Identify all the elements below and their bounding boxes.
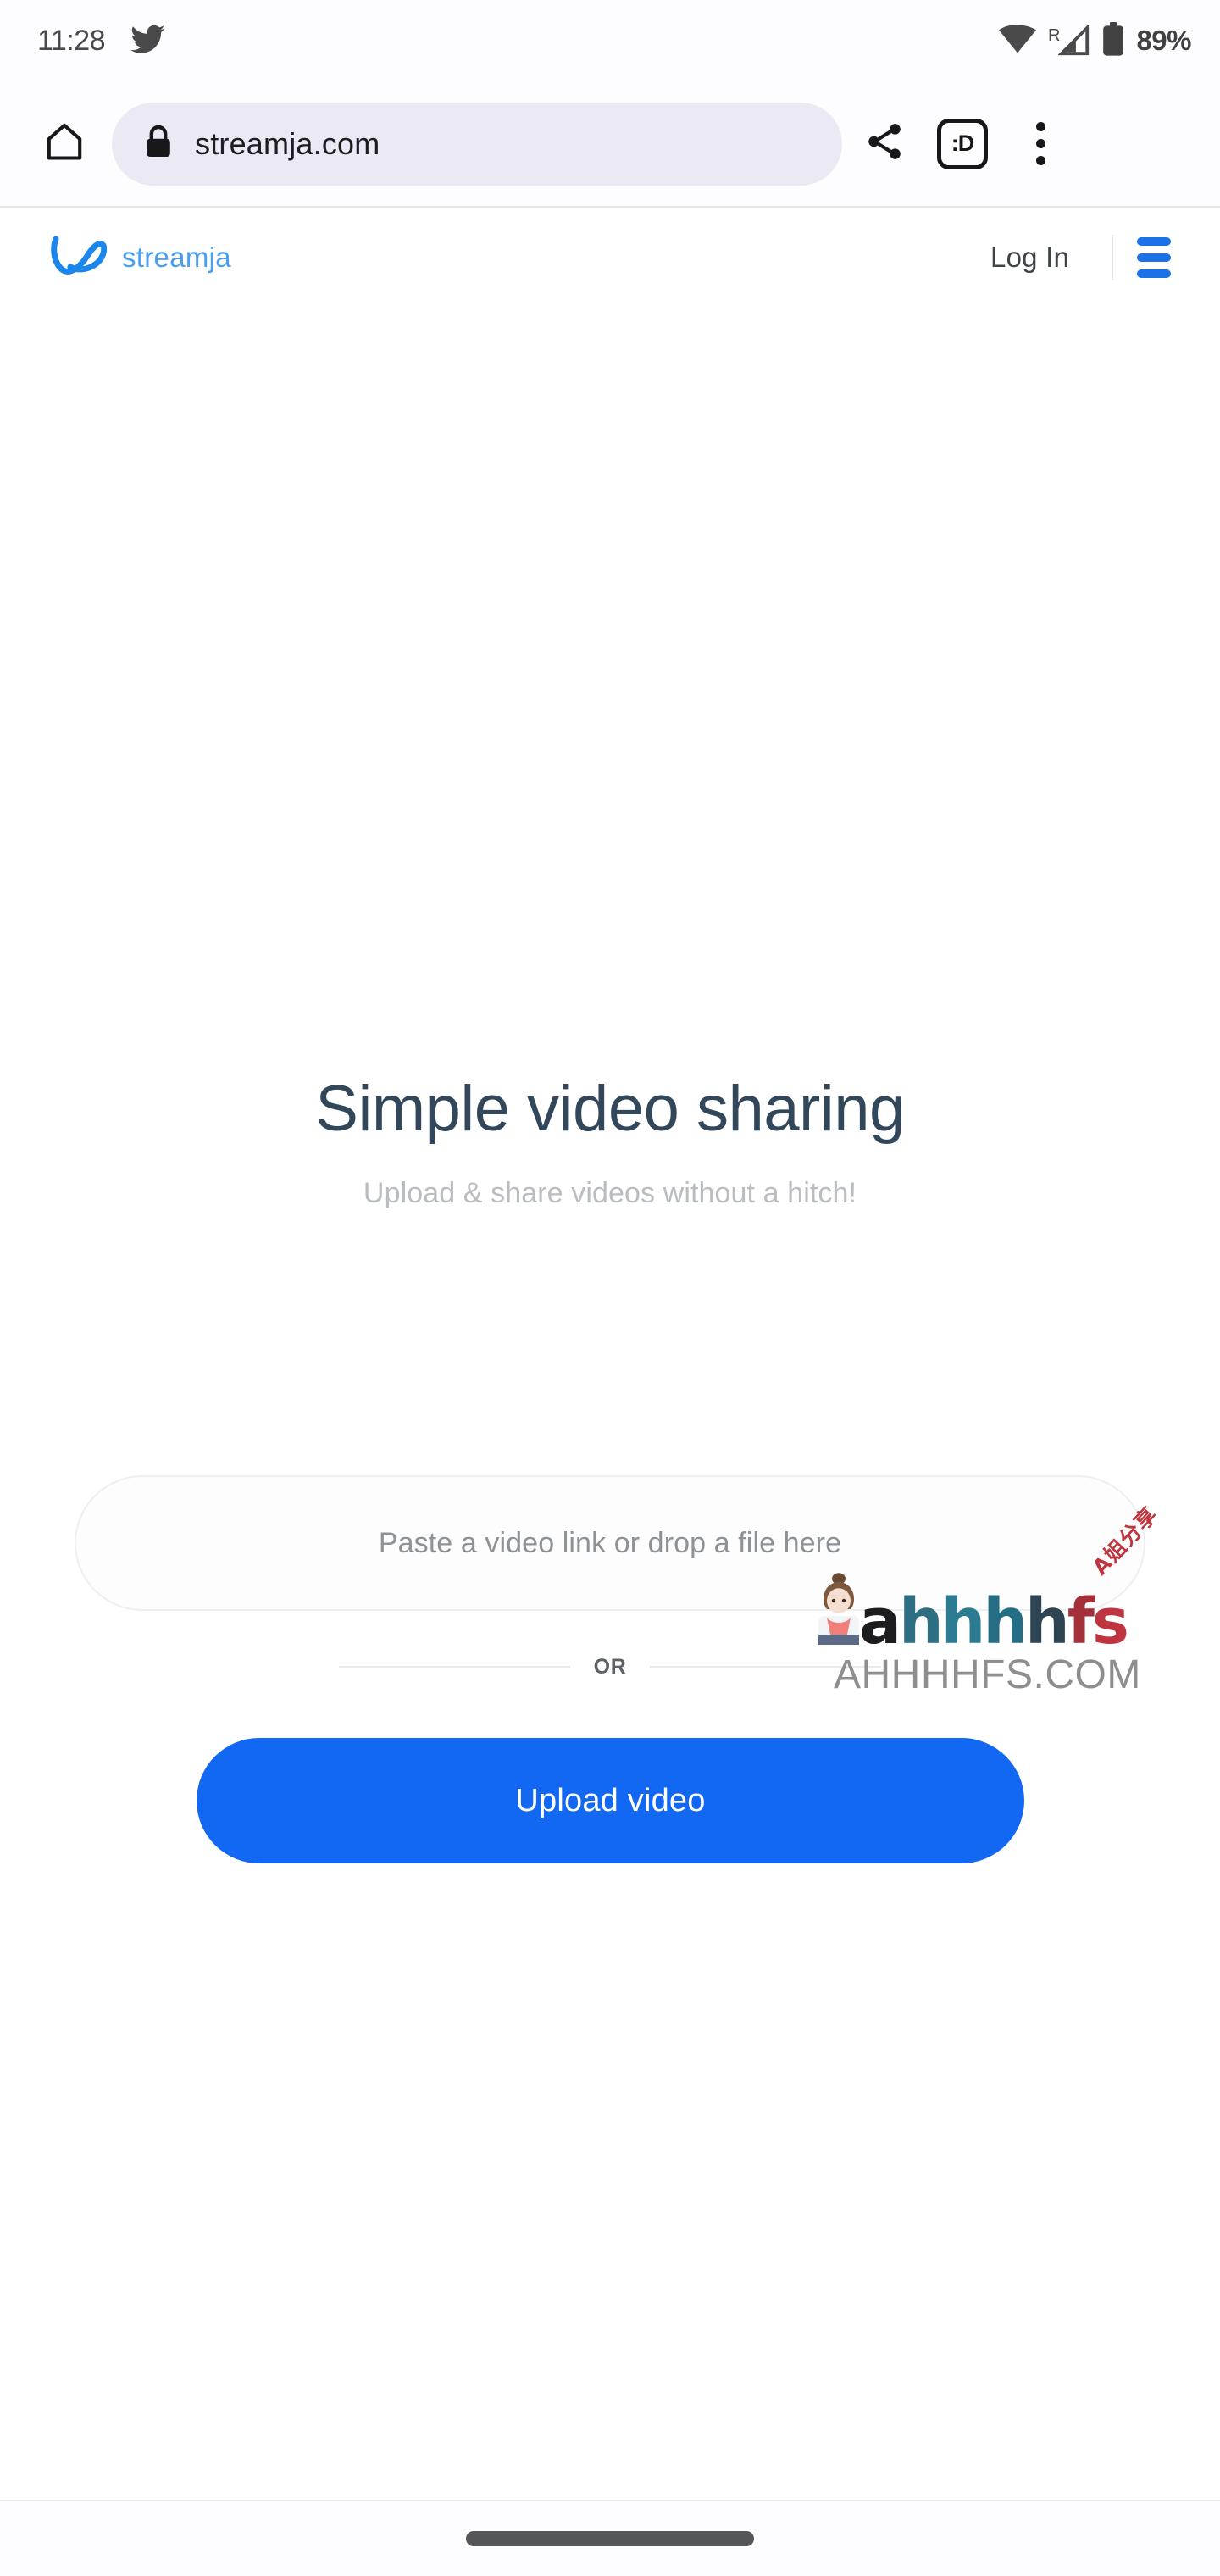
url-text[interactable]: streamja.com [195, 126, 380, 162]
or-label: OR [593, 1654, 627, 1679]
page-subtitle: Upload & share videos without a hitch! [363, 1176, 857, 1209]
or-line-left [339, 1666, 570, 1668]
page-content: streamja Log In Simple video sharing Upl… [0, 209, 1220, 2534]
streamja-bow-logo-icon [49, 233, 108, 281]
status-bar-clock: 11:28 [37, 24, 106, 57]
omnibox[interactable]: streamja.com [112, 102, 842, 186]
brand-name: streamja [122, 241, 231, 273]
status-bar: 11:28 R 89% [0, 0, 1220, 81]
status-bar-right: R 89% [998, 21, 1191, 60]
wifi-icon [998, 24, 1036, 58]
home-button[interactable] [25, 105, 103, 183]
battery-icon [1102, 21, 1124, 60]
browser-toolbar: streamja.com :D [0, 81, 1220, 208]
home-gesture-pill[interactable] [466, 2531, 754, 2546]
share-icon [863, 120, 906, 167]
site-header-right: Log In [967, 225, 1188, 290]
upload-video-button[interactable]: Upload video [197, 1738, 1024, 1863]
hero-section: Simple video sharing Upload & share vide… [0, 1074, 1220, 1210]
status-bar-left: 11:28 [37, 21, 166, 61]
brand-logo-link[interactable]: streamja [49, 233, 231, 281]
login-link[interactable]: Log In [967, 235, 1093, 280]
tab-count-badge: :D [937, 118, 988, 169]
share-button[interactable] [846, 105, 923, 183]
tab-switcher-button[interactable]: :D [923, 105, 1001, 183]
phone-screen: 11:28 R 89% streamja.com:D streamja Log… [0, 0, 1220, 2576]
site-header: streamja Log In [0, 209, 1220, 305]
battery-percent-label: 89% [1136, 25, 1191, 56]
twitter-bird-icon [130, 21, 166, 61]
hamburger-menu-icon[interactable] [1120, 225, 1188, 290]
or-divider: OR [339, 1648, 882, 1685]
dropzone-placeholder: Paste a video link or drop a file here [378, 1526, 842, 1559]
header-divider [1112, 234, 1113, 280]
kebab-menu-icon [1035, 122, 1045, 165]
system-navigation-bar [0, 2500, 1220, 2576]
browser-menu-button[interactable] [1001, 105, 1079, 183]
cellular-signal-icon: R [1048, 25, 1090, 56]
or-line-right [650, 1666, 882, 1668]
video-dropzone[interactable]: Paste a video link or drop a file here [75, 1475, 1145, 1611]
page-title: Simple video sharing [315, 1073, 905, 1145]
home-icon [42, 119, 86, 168]
lock-icon[interactable] [144, 125, 173, 163]
